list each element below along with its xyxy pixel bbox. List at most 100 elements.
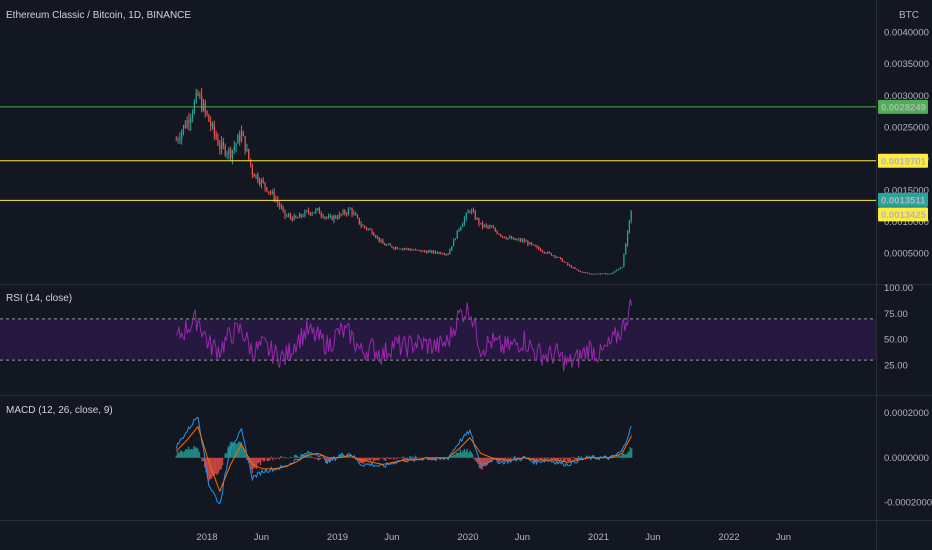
candle-body[interactable] — [518, 239, 520, 241]
candle-body[interactable] — [235, 143, 237, 147]
candle-body[interactable] — [211, 123, 214, 127]
candle-body[interactable] — [387, 244, 389, 246]
candle-body[interactable] — [507, 237, 509, 239]
macd-histogram-bar[interactable] — [217, 457, 220, 473]
candle-body[interactable] — [251, 165, 253, 174]
candle-body[interactable] — [574, 267, 576, 269]
candle-body[interactable] — [233, 146, 235, 151]
candle-body[interactable] — [326, 216, 328, 218]
candle-body[interactable] — [596, 273, 598, 275]
macd-histogram-bar[interactable] — [508, 457, 510, 459]
macd-histogram-bar[interactable] — [296, 455, 298, 458]
macd-histogram-bar[interactable] — [548, 457, 550, 459]
candle-body[interactable] — [567, 262, 569, 265]
candle-body[interactable] — [440, 252, 442, 254]
macd-histogram-bar[interactable] — [179, 450, 182, 458]
macd-histogram-bar[interactable] — [345, 457, 347, 459]
macd-histogram-bar[interactable] — [538, 457, 540, 460]
macd-histogram-bar[interactable] — [474, 457, 477, 461]
candle-body[interactable] — [175, 139, 177, 141]
macd-histogram-bar[interactable] — [180, 450, 183, 458]
macd-histogram-bar[interactable] — [406, 457, 409, 460]
macd-histogram-bar[interactable] — [261, 457, 263, 460]
candle-body[interactable] — [380, 240, 382, 242]
candle-body[interactable] — [378, 237, 380, 242]
macd-histogram-bar[interactable] — [227, 447, 229, 458]
candle-body[interactable] — [291, 217, 293, 221]
candle-body[interactable] — [501, 235, 504, 237]
candle-body[interactable] — [628, 220, 630, 232]
macd-histogram-bar[interactable] — [311, 456, 313, 458]
macd-histogram-bar[interactable] — [484, 457, 486, 467]
macd-histogram-bar[interactable] — [567, 457, 569, 462]
macd-histogram-bar[interactable] — [504, 457, 506, 460]
candle-body[interactable] — [278, 203, 281, 207]
candle-body[interactable] — [391, 245, 393, 248]
macd-histogram-bar[interactable] — [505, 457, 508, 459]
candle-body[interactable] — [182, 125, 185, 132]
macd-histogram-bar[interactable] — [289, 456, 292, 458]
candle-body[interactable] — [268, 191, 270, 193]
candle-body[interactable] — [478, 218, 480, 224]
candle-body[interactable] — [570, 265, 572, 268]
candle-body[interactable] — [400, 248, 402, 250]
candle-body[interactable] — [621, 266, 623, 268]
macd-histogram-bar[interactable] — [185, 449, 187, 458]
candle-body[interactable] — [385, 244, 388, 246]
candle-body[interactable] — [549, 252, 551, 254]
candle-body[interactable] — [338, 214, 340, 219]
macd-histogram-bar[interactable] — [193, 445, 195, 458]
macd-histogram-bar[interactable] — [534, 457, 536, 459]
candle-body[interactable] — [503, 236, 505, 238]
macd-histogram-bar[interactable] — [399, 457, 402, 459]
macd-histogram-bar[interactable] — [258, 457, 260, 463]
candle-body[interactable] — [300, 214, 302, 217]
candle-body[interactable] — [318, 208, 321, 214]
macd-histogram-bar[interactable] — [189, 449, 191, 458]
candle-body[interactable] — [472, 210, 475, 213]
candle-body[interactable] — [454, 238, 456, 240]
macd-histogram-bar[interactable] — [281, 456, 283, 458]
candle-body[interactable] — [494, 228, 496, 231]
candle-body[interactable] — [226, 153, 228, 155]
macd-histogram-bar[interactable] — [458, 452, 460, 458]
candle-body[interactable] — [220, 142, 223, 149]
macd-histogram-bar[interactable] — [239, 441, 241, 458]
candle-body[interactable] — [534, 244, 536, 247]
candle-body[interactable] — [617, 269, 620, 270]
candle-body[interactable] — [259, 181, 261, 185]
candle-body[interactable] — [545, 252, 547, 254]
candle-body[interactable] — [266, 187, 268, 192]
macd-histogram-bar[interactable] — [395, 457, 398, 460]
candle-body[interactable] — [313, 212, 315, 214]
candle-body[interactable] — [538, 247, 540, 250]
candle-body[interactable] — [445, 254, 447, 255]
macd-histogram-bar[interactable] — [569, 457, 572, 462]
macd-histogram-bar[interactable] — [374, 457, 376, 461]
macd-histogram-bar[interactable] — [214, 457, 217, 474]
macd-histogram-bar[interactable] — [318, 457, 320, 461]
candle-body[interactable] — [376, 237, 379, 238]
candle-body[interactable] — [436, 252, 438, 254]
candle-body[interactable] — [456, 230, 458, 239]
macd-histogram-bar[interactable] — [545, 457, 547, 458]
candle-body[interactable] — [288, 215, 290, 217]
macd-title[interactable]: MACD (12, 26, close, 9) — [6, 405, 113, 416]
candle-body[interactable] — [465, 213, 467, 219]
macd-histogram-bar[interactable] — [272, 457, 274, 461]
macd-histogram-bar[interactable] — [270, 456, 273, 458]
candle-body[interactable] — [302, 216, 304, 217]
macd-histogram-bar[interactable] — [231, 441, 233, 458]
candle-body[interactable] — [398, 248, 400, 250]
candle-body[interactable] — [298, 214, 301, 218]
macd-histogram-bar[interactable] — [456, 452, 459, 458]
macd-histogram-bar[interactable] — [314, 457, 316, 459]
macd-histogram-bar[interactable] — [469, 450, 471, 458]
candle-body[interactable] — [463, 218, 466, 225]
macd-histogram-bar[interactable] — [292, 457, 294, 459]
candle-body[interactable] — [249, 158, 252, 166]
macd-histogram-bar[interactable] — [176, 451, 179, 458]
macd-histogram-bar[interactable] — [316, 457, 319, 460]
macd-histogram-bar[interactable] — [546, 457, 549, 460]
macd-histogram-bar[interactable] — [369, 457, 372, 462]
